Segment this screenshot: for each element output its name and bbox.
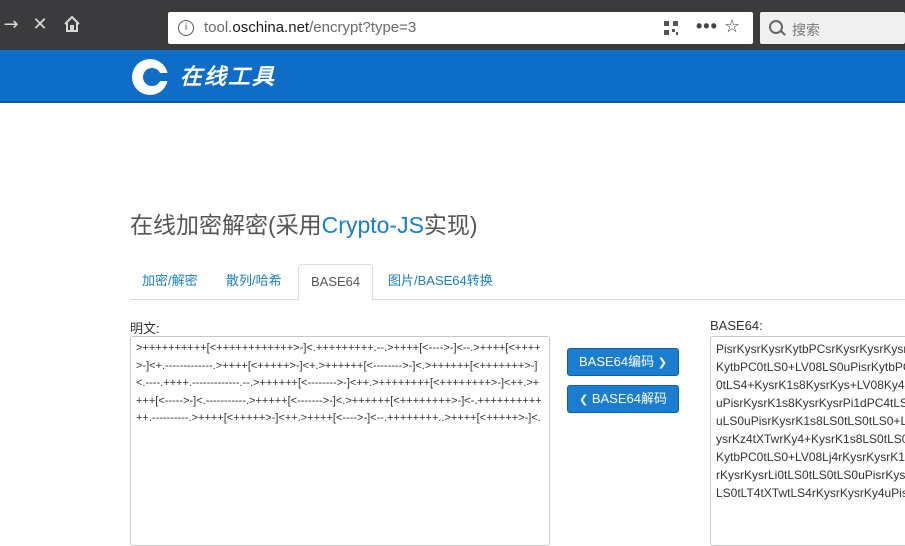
search-icon xyxy=(769,20,783,34)
base64-line: 0tLS4+KysrK1s8KysrKys+LV08Ky4+Kysr xyxy=(716,378,905,392)
title-prefix: 在线加密解密(采用 xyxy=(130,212,322,238)
logo-icon[interactable] xyxy=(130,57,170,97)
browser-toolbar: → ✕ i tool.oschina.net/encrypt?type=3 ••… xyxy=(0,0,905,50)
bookmark-star-icon[interactable]: ☆ xyxy=(724,16,740,37)
site-header: 在线工具 xyxy=(0,50,905,103)
url-text[interactable]: tool.oschina.net/encrypt?type=3 xyxy=(204,19,416,36)
url-domain: oschina.net xyxy=(232,19,310,36)
back-icon[interactable]: → xyxy=(0,14,22,36)
chevron-right-icon: ❯ xyxy=(657,356,667,369)
base64-line: uLS0uPisrKysrK1s8LS0tLS0tLS0+LV08 xyxy=(716,414,905,428)
tab-base64[interactable]: BASE64 xyxy=(298,264,374,301)
tab-hash[interactable]: 散列/哈希 xyxy=(214,264,294,298)
logo-text[interactable]: 在线工具 xyxy=(180,59,276,91)
base64-line: ysrKz4tXTwrKy4+KysrK1s8LS0tLS0+LV xyxy=(716,432,905,446)
search-box[interactable]: 搜索 xyxy=(760,12,905,44)
base64-line: PisrKysrKysrKytbPCsrKysrKysrKysr xyxy=(716,342,905,356)
base64-label: BASE64: xyxy=(710,318,763,333)
plaintext-label: 明文: xyxy=(130,321,160,336)
title-suffix: 实现) xyxy=(423,212,478,238)
plaintext-textarea[interactable]: >++++++++++[<++++++++++++>-]<.+++++++++.… xyxy=(130,336,550,546)
base64-line: uPisrKysrK1s8KysrKysrPi1dPC4tLS0u xyxy=(716,396,905,410)
plaintext-value: >++++++++++[<++++++++++++>-]<.+++++++++.… xyxy=(136,342,542,424)
base64-line: KytbPC0tLS0+LV08LS0uPisrKytbPC0t xyxy=(716,360,905,374)
base64-line: KytbPC0tLS0+LV08Lj4rKysrKysrK1s8 xyxy=(716,450,905,464)
page-title: 在线加密解密(采用Crypto-JS实现) xyxy=(130,206,478,240)
close-icon[interactable]: ✕ xyxy=(29,14,51,36)
title-highlight: Crypto-JS xyxy=(321,212,424,238)
tab-encrypt-decrypt[interactable]: 加密/解密 xyxy=(130,264,210,298)
search-placeholder: 搜索 xyxy=(792,22,820,38)
info-icon[interactable]: i xyxy=(178,20,194,36)
base64-textarea[interactable]: PisrKysrKysrKytbPCsrKysrKysrKysr KytbPC0t… xyxy=(710,336,905,546)
base64-line: LS0tLT4tXTwtLS4rKysrKysrKy4uPisrK xyxy=(716,486,905,500)
tab-bar: 加密/解密 散列/哈希 BASE64 图片/BASE64转换 xyxy=(130,264,905,301)
url-bar[interactable]: i tool.oschina.net/encrypt?type=3 ••• ☆ xyxy=(168,12,753,44)
base64-line: rKysrKysrLi0tLS0tLS0tLS0uPisrKysr xyxy=(716,468,905,482)
more-icon[interactable]: ••• xyxy=(696,16,718,37)
base64-encode-button[interactable]: BASE64编码 ❯ xyxy=(567,348,679,376)
url-prefix: tool. xyxy=(204,19,233,36)
qr-code-icon[interactable] xyxy=(664,21,678,35)
base64-value: PisrKysrKysrKytbPCsrKysrKysrKysr KytbPC0t… xyxy=(711,337,905,505)
decode-label: BASE64解码 xyxy=(591,391,667,406)
home-icon-graphic xyxy=(64,15,80,32)
tab-image-base64[interactable]: 图片/BASE64转换 xyxy=(376,264,505,298)
home-icon[interactable] xyxy=(61,14,83,36)
base64-decode-button[interactable]: ❮ BASE64解码 xyxy=(567,385,679,413)
encode-label: BASE64编码 xyxy=(579,354,655,369)
url-path: /encrypt?type=3 xyxy=(309,19,417,36)
chevron-left-icon: ❮ xyxy=(579,393,589,406)
